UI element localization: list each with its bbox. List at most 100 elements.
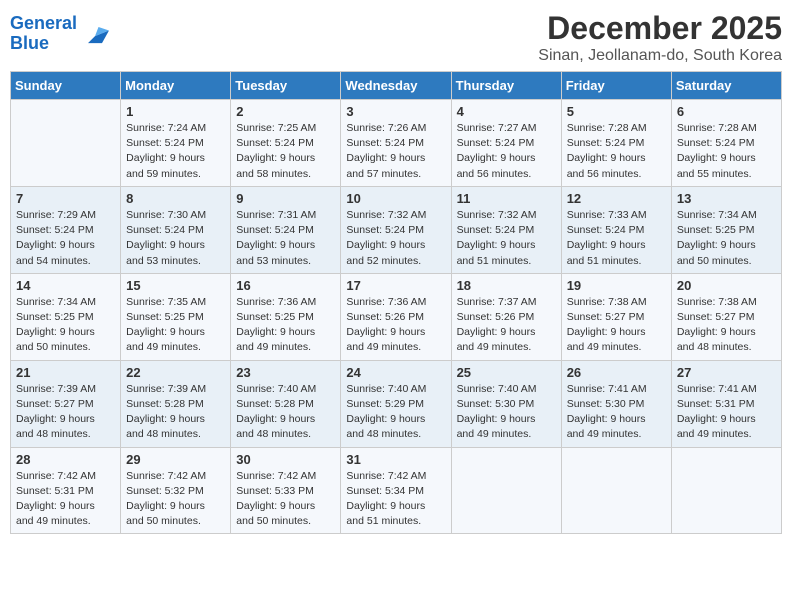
calendar-cell bbox=[671, 447, 781, 534]
day-number: 15 bbox=[126, 278, 225, 293]
calendar-cell: 12 Sunrise: 7:33 AMSunset: 5:24 PMDayligh… bbox=[561, 186, 671, 273]
calendar-cell: 27Sunrise: 7:41 AMSunset: 5:31 PMDayligh… bbox=[671, 360, 781, 447]
calendar-cell: 2 Sunrise: 7:25 AMSunset: 5:24 PMDaylight… bbox=[231, 100, 341, 187]
cell-text: Sunrise: 7:39 AMSunset: 5:27 PMDaylight:… bbox=[16, 382, 115, 443]
cell-text: Sunrise: 7:35 AMSunset: 5:25 PMDaylight:… bbox=[126, 295, 225, 356]
day-number: 22 bbox=[126, 365, 225, 380]
day-number: 4 bbox=[457, 104, 556, 119]
day-number: 18 bbox=[457, 278, 556, 293]
cell-text: Sunrise: 7:40 AMSunset: 5:30 PMDaylight:… bbox=[457, 382, 556, 443]
cell-text: Sunrise: 7:29 AMSunset: 5:24 PMDaylight:… bbox=[16, 208, 115, 269]
day-number: 8 bbox=[126, 191, 225, 206]
logo-text: General Blue bbox=[10, 14, 77, 54]
calendar-cell: 24 Sunrise: 7:40 AMSunset: 5:29 PMDayligh… bbox=[341, 360, 451, 447]
cell-text: Sunrise: 7:38 AMSunset: 5:27 PMDaylight:… bbox=[677, 295, 776, 356]
title-block: December 2025 Sinan, Jeollanam-do, South… bbox=[538, 10, 782, 65]
calendar-cell: 19Sunrise: 7:38 AMSunset: 5:27 PMDayligh… bbox=[561, 273, 671, 360]
cell-text: Sunrise: 7:34 AMSunset: 5:25 PMDaylight:… bbox=[677, 208, 776, 269]
calendar-cell: 11Sunrise: 7:32 AMSunset: 5:24 PMDayligh… bbox=[451, 186, 561, 273]
day-number: 1 bbox=[126, 104, 225, 119]
day-number: 7 bbox=[16, 191, 115, 206]
calendar-body: 1 Sunrise: 7:24 AMSunset: 5:24 PMDaylight… bbox=[11, 100, 782, 534]
cell-text: Sunrise: 7:26 AMSunset: 5:24 PMDaylight:… bbox=[346, 121, 445, 182]
day-number: 14 bbox=[16, 278, 115, 293]
calendar-cell: 16 Sunrise: 7:36 AMSunset: 5:25 PMDayligh… bbox=[231, 273, 341, 360]
week-row-2: 7 Sunrise: 7:29 AMSunset: 5:24 PMDaylight… bbox=[11, 186, 782, 273]
day-number: 21 bbox=[16, 365, 115, 380]
calendar-cell bbox=[561, 447, 671, 534]
calendar-cell: 13 Sunrise: 7:34 AMSunset: 5:25 PMDayligh… bbox=[671, 186, 781, 273]
calendar-cell: 7 Sunrise: 7:29 AMSunset: 5:24 PMDaylight… bbox=[11, 186, 121, 273]
cell-text: Sunrise: 7:25 AMSunset: 5:24 PMDaylight:… bbox=[236, 121, 335, 182]
logo-line1: General bbox=[10, 13, 77, 33]
header-day-thursday: Thursday bbox=[451, 72, 561, 100]
calendar-cell: 30Sunrise: 7:42 AMSunset: 5:33 PMDayligh… bbox=[231, 447, 341, 534]
day-number: 3 bbox=[346, 104, 445, 119]
cell-text: Sunrise: 7:24 AMSunset: 5:24 PMDaylight:… bbox=[126, 121, 225, 182]
calendar-cell: 20 Sunrise: 7:38 AMSunset: 5:27 PMDayligh… bbox=[671, 273, 781, 360]
day-number: 12 bbox=[567, 191, 666, 206]
calendar-cell: 21 Sunrise: 7:39 AMSunset: 5:27 PMDayligh… bbox=[11, 360, 121, 447]
cell-text: Sunrise: 7:36 AMSunset: 5:25 PMDaylight:… bbox=[236, 295, 335, 356]
cell-text: Sunrise: 7:42 AMSunset: 5:31 PMDaylight:… bbox=[16, 469, 115, 530]
page-header: General Blue December 2025 Sinan, Jeolla… bbox=[10, 10, 782, 65]
day-number: 20 bbox=[677, 278, 776, 293]
cell-text: Sunrise: 7:39 AMSunset: 5:28 PMDaylight:… bbox=[126, 382, 225, 443]
cell-text: Sunrise: 7:42 AMSunset: 5:34 PMDaylight:… bbox=[346, 469, 445, 530]
day-number: 24 bbox=[346, 365, 445, 380]
day-number: 23 bbox=[236, 365, 335, 380]
calendar-cell: 6 Sunrise: 7:28 AMSunset: 5:24 PMDaylight… bbox=[671, 100, 781, 187]
day-number: 10 bbox=[346, 191, 445, 206]
day-number: 29 bbox=[126, 452, 225, 467]
calendar-cell: 10 Sunrise: 7:32 AMSunset: 5:24 PMDayligh… bbox=[341, 186, 451, 273]
cell-text: Sunrise: 7:42 AMSunset: 5:32 PMDaylight:… bbox=[126, 469, 225, 530]
header-day-friday: Friday bbox=[561, 72, 671, 100]
calendar-cell: 18 Sunrise: 7:37 AMSunset: 5:26 PMDayligh… bbox=[451, 273, 561, 360]
calendar-cell: 1 Sunrise: 7:24 AMSunset: 5:24 PMDaylight… bbox=[121, 100, 231, 187]
header-day-saturday: Saturday bbox=[671, 72, 781, 100]
calendar-cell: 31 Sunrise: 7:42 AMSunset: 5:34 PMDayligh… bbox=[341, 447, 451, 534]
day-number: 2 bbox=[236, 104, 335, 119]
logo-line2: Blue bbox=[10, 33, 49, 53]
cell-text: Sunrise: 7:41 AMSunset: 5:31 PMDaylight:… bbox=[677, 382, 776, 443]
day-number: 25 bbox=[457, 365, 556, 380]
cell-text: Sunrise: 7:42 AMSunset: 5:33 PMDaylight:… bbox=[236, 469, 335, 530]
header-day-sunday: Sunday bbox=[11, 72, 121, 100]
day-number: 9 bbox=[236, 191, 335, 206]
calendar-cell: 23Sunrise: 7:40 AMSunset: 5:28 PMDayligh… bbox=[231, 360, 341, 447]
header-day-wednesday: Wednesday bbox=[341, 72, 451, 100]
calendar-cell: 5Sunrise: 7:28 AMSunset: 5:24 PMDaylight… bbox=[561, 100, 671, 187]
cell-text: Sunrise: 7:37 AMSunset: 5:26 PMDaylight:… bbox=[457, 295, 556, 356]
cell-text: Sunrise: 7:30 AMSunset: 5:24 PMDaylight:… bbox=[126, 208, 225, 269]
calendar-header: SundayMondayTuesdayWednesdayThursdayFrid… bbox=[11, 72, 782, 100]
day-number: 26 bbox=[567, 365, 666, 380]
cell-text: Sunrise: 7:28 AMSunset: 5:24 PMDaylight:… bbox=[567, 121, 666, 182]
cell-text: Sunrise: 7:27 AMSunset: 5:24 PMDaylight:… bbox=[457, 121, 556, 182]
cell-text: Sunrise: 7:33 AMSunset: 5:24 PMDaylight:… bbox=[567, 208, 666, 269]
calendar-cell: 8 Sunrise: 7:30 AMSunset: 5:24 PMDaylight… bbox=[121, 186, 231, 273]
logo-icon bbox=[81, 20, 109, 48]
day-number: 16 bbox=[236, 278, 335, 293]
cell-text: Sunrise: 7:28 AMSunset: 5:24 PMDaylight:… bbox=[677, 121, 776, 182]
day-number: 13 bbox=[677, 191, 776, 206]
week-row-1: 1 Sunrise: 7:24 AMSunset: 5:24 PMDaylight… bbox=[11, 100, 782, 187]
cell-text: Sunrise: 7:38 AMSunset: 5:27 PMDaylight:… bbox=[567, 295, 666, 356]
day-number: 11 bbox=[457, 191, 556, 206]
calendar-cell: 3 Sunrise: 7:26 AMSunset: 5:24 PMDaylight… bbox=[341, 100, 451, 187]
day-number: 6 bbox=[677, 104, 776, 119]
week-row-4: 21 Sunrise: 7:39 AMSunset: 5:27 PMDayligh… bbox=[11, 360, 782, 447]
calendar-cell: 26Sunrise: 7:41 AMSunset: 5:30 PMDayligh… bbox=[561, 360, 671, 447]
location-title: Sinan, Jeollanam-do, South Korea bbox=[538, 47, 782, 65]
week-row-3: 14 Sunrise: 7:34 AMSunset: 5:25 PMDayligh… bbox=[11, 273, 782, 360]
cell-text: Sunrise: 7:40 AMSunset: 5:29 PMDaylight:… bbox=[346, 382, 445, 443]
cell-text: Sunrise: 7:32 AMSunset: 5:24 PMDaylight:… bbox=[346, 208, 445, 269]
calendar-table: SundayMondayTuesdayWednesdayThursdayFrid… bbox=[10, 71, 782, 534]
logo: General Blue bbox=[10, 14, 109, 54]
day-number: 31 bbox=[346, 452, 445, 467]
calendar-cell: 25 Sunrise: 7:40 AMSunset: 5:30 PMDayligh… bbox=[451, 360, 561, 447]
calendar-cell: 22 Sunrise: 7:39 AMSunset: 5:28 PMDayligh… bbox=[121, 360, 231, 447]
calendar-cell: 28Sunrise: 7:42 AMSunset: 5:31 PMDayligh… bbox=[11, 447, 121, 534]
cell-text: Sunrise: 7:36 AMSunset: 5:26 PMDaylight:… bbox=[346, 295, 445, 356]
cell-text: Sunrise: 7:34 AMSunset: 5:25 PMDaylight:… bbox=[16, 295, 115, 356]
calendar-cell: 29 Sunrise: 7:42 AMSunset: 5:32 PMDayligh… bbox=[121, 447, 231, 534]
